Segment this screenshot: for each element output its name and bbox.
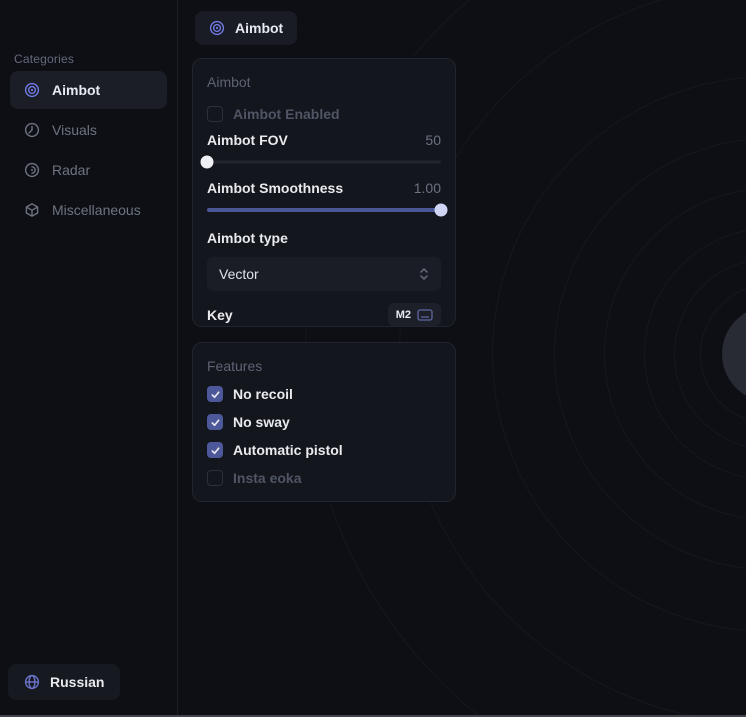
insta-eoka-checkbox[interactable]: [207, 470, 223, 486]
sidebar-item-label: Aimbot: [52, 82, 100, 98]
keybind-value: M2: [396, 309, 411, 321]
keyboard-icon: [417, 309, 433, 321]
aimbot-enabled-checkbox[interactable]: [207, 106, 223, 122]
cube-icon: [24, 202, 40, 218]
language-button-label: Russian: [50, 674, 104, 690]
panel-title: Features: [207, 357, 441, 375]
feature-label: Automatic pistol: [233, 442, 343, 458]
smoothness-value: 1.00: [414, 180, 441, 196]
target-icon: [209, 20, 225, 36]
app-window: Categories Aimbot Visuals Radar: [0, 0, 746, 717]
fov-value: 50: [425, 132, 441, 148]
aimbot-type-selected-value: Vector: [219, 266, 259, 282]
smoothness-slider-thumb[interactable]: [435, 204, 448, 217]
globe-icon: [24, 674, 40, 690]
sidebar: Categories Aimbot Visuals Radar: [0, 0, 178, 717]
feature-label: Insta eoka: [233, 470, 301, 486]
aimbot-panel: Aimbot Aimbot Enabled Aimbot FOV 50 Aimb…: [192, 58, 456, 327]
automatic-pistol-checkbox[interactable]: [207, 442, 223, 458]
fov-slider-track: [207, 161, 441, 164]
sidebar-item-miscellaneous[interactable]: Miscellaneous: [10, 191, 167, 229]
panel-title: Aimbot: [207, 73, 441, 91]
language-button[interactable]: Russian: [8, 664, 120, 700]
sidebar-item-visuals[interactable]: Visuals: [10, 111, 167, 149]
categories-label: Categories: [14, 52, 74, 66]
feature-row-insta-eoka: Insta eoka: [207, 469, 441, 487]
features-panel: Features No recoil No sway Automatic pis…: [192, 342, 456, 502]
target-icon: [24, 82, 40, 98]
feature-row-no-recoil: No recoil: [207, 385, 441, 403]
tab-label: Aimbot: [235, 20, 283, 36]
aimbot-type-select[interactable]: Vector: [207, 257, 441, 291]
chevron-updown-icon: [419, 267, 429, 281]
sidebar-item-label: Radar: [52, 162, 90, 178]
feature-row-automatic-pistol: Automatic pistol: [207, 441, 441, 459]
sidebar-item-aimbot[interactable]: Aimbot: [10, 71, 167, 109]
keybind-button[interactable]: M2: [388, 303, 441, 326]
key-row: Key M2: [207, 303, 441, 326]
smoothness-label: Aimbot Smoothness: [207, 179, 343, 197]
fov-row: Aimbot FOV 50: [207, 131, 441, 149]
aimbot-type-label: Aimbot type: [207, 229, 441, 247]
smoothness-slider[interactable]: [207, 203, 441, 217]
key-label: Key: [207, 306, 233, 324]
sidebar-nav: Aimbot Visuals Radar Miscellaneous: [10, 71, 167, 229]
sidebar-item-label: Visuals: [52, 122, 97, 138]
feature-label: No recoil: [233, 386, 293, 402]
sidebar-item-radar[interactable]: Radar: [10, 151, 167, 189]
eye-icon: [24, 122, 40, 138]
fov-label: Aimbot FOV: [207, 131, 288, 149]
radar-icon: [24, 162, 40, 178]
background-disc: [722, 306, 746, 402]
aimbot-enabled-row: Aimbot Enabled: [207, 105, 441, 123]
tab-aimbot[interactable]: Aimbot: [195, 11, 297, 45]
aimbot-enabled-label: Aimbot Enabled: [233, 106, 340, 122]
fov-slider[interactable]: [207, 155, 441, 169]
sidebar-item-label: Miscellaneous: [52, 202, 141, 218]
fov-slider-thumb[interactable]: [201, 156, 214, 169]
smoothness-slider-track: [207, 208, 441, 212]
no-sway-checkbox[interactable]: [207, 414, 223, 430]
no-recoil-checkbox[interactable]: [207, 386, 223, 402]
smoothness-row: Aimbot Smoothness 1.00: [207, 179, 441, 197]
feature-label: No sway: [233, 414, 290, 430]
features-list: No recoil No sway Automatic pistol Insta…: [207, 385, 441, 487]
feature-row-no-sway: No sway: [207, 413, 441, 431]
